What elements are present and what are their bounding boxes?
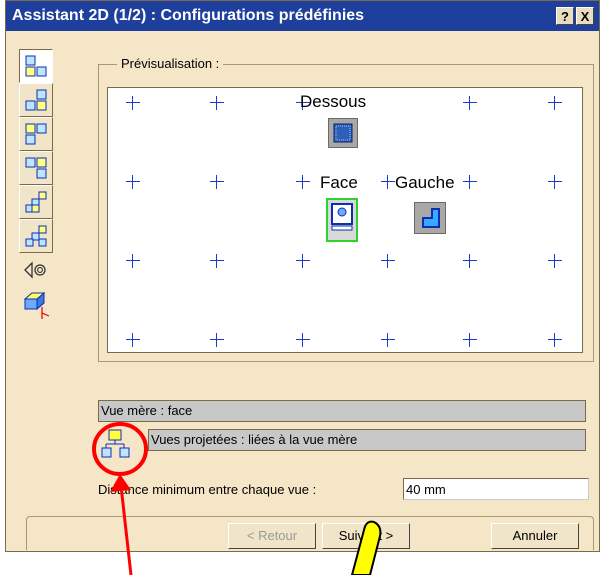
close-button[interactable]: X [576,7,594,25]
grid-marker [210,175,224,189]
grid-marker [210,254,224,268]
grid-marker [210,96,224,110]
help-button[interactable]: ? [556,7,574,25]
distance-label: Distance minimum entre chaque vue : [98,482,317,497]
left-view-label: Gauche [395,173,455,192]
layout-icon [25,89,47,111]
grid-marker [296,175,310,189]
left-view-icon[interactable] [414,202,446,234]
grid-marker [548,254,562,268]
cancel-button[interactable]: Annuler [491,523,579,549]
config-front-top-left-button[interactable] [19,83,53,117]
window-title: Assistant 2D (1/2) : Configurations préd… [12,7,365,24]
layout-icon [25,55,47,77]
config-front-top-right-button[interactable] [19,49,53,83]
preview-legend: Prévisualisation : [117,56,224,71]
front-view-label: Face [320,173,358,192]
grid-marker [126,175,140,189]
grid-marker [296,333,310,347]
config-toolbar [19,49,53,411]
grid-marker [210,333,224,347]
grid-marker [463,96,477,110]
grid-marker [463,254,477,268]
grid-marker [463,333,477,347]
layout-icon [25,191,47,213]
layout-icon [25,123,47,145]
distance-input[interactable] [403,478,589,500]
grid-marker [381,333,395,347]
projected-views-icon[interactable] [100,427,134,461]
projection-method-icon[interactable] [22,257,48,283]
back-button[interactable]: < Retour [228,523,316,549]
grid-marker [463,175,477,189]
preview-canvas: Dessous Face Gauche [107,87,583,353]
grid-marker [126,333,140,347]
top-view-label: Dessous [300,92,367,111]
title-bar: Assistant 2D (1/2) : Configurations préd… [6,1,599,31]
next-button[interactable]: Suivant > [322,523,410,549]
grid-marker [381,175,395,189]
layout-icon [25,157,47,179]
config-front-bottom-left-button[interactable] [19,151,53,185]
grid-marker [126,96,140,110]
grid-marker [126,254,140,268]
config-front-bottom-right-button[interactable] [19,117,53,151]
preview-group: Prévisualisation : Dessous Face Gauche [98,56,594,362]
view-axis-icon[interactable] [22,289,50,319]
grid-marker [548,96,562,110]
top-view-icon[interactable] [328,118,358,148]
grid-marker [548,175,562,189]
projected-views-field: Vues projetées : liées à la vue mère [148,429,586,451]
front-view-icon[interactable] [326,198,358,242]
layout-icon [25,225,47,247]
grid-marker [296,254,310,268]
config-six-views-b-button[interactable] [19,219,53,253]
parent-view-field: Vue mère : face [98,400,586,422]
wizard-dialog: Assistant 2D (1/2) : Configurations préd… [5,0,600,552]
grid-marker [381,254,395,268]
config-six-views-a-button[interactable] [19,185,53,219]
grid-marker [548,333,562,347]
